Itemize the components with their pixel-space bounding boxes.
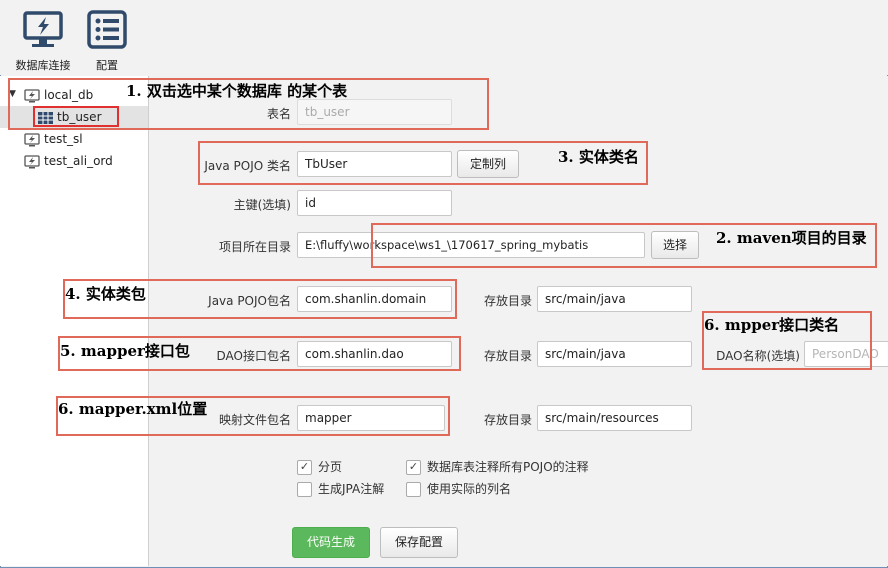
annotation-text-1: 1. 双击选中某个数据库 的某个表 [126,82,348,100]
dao-dir-field[interactable]: src/main/java [537,341,692,367]
primary-key-field[interactable]: id [297,190,452,216]
toolbar: 数据库连接 配置 [0,0,888,75]
tree-item-test-sl[interactable]: test_sl [24,129,83,149]
db-connect-button[interactable]: 数据库连接 [13,10,73,73]
database-icon [24,132,40,146]
list-settings-icon [87,10,127,49]
monitor-bolt-icon [23,11,63,47]
tree-item-test-ali-ord[interactable]: test_ali_ord [24,151,113,171]
annotation-text-5: 5. mapper接口包 [60,342,190,360]
mapper-dir-field[interactable]: src/main/resources [537,405,692,431]
config-button[interactable]: 配置 [77,10,137,73]
jpa-annotation-label: 生成JPA注解 [318,482,385,496]
pojo-dir-field[interactable]: src/main/java [537,286,692,312]
pagination-label: 分页 [318,460,343,474]
table-comment-label: 数据库表注释所有POJO的注释 [427,460,589,474]
annotation-text-4: 4. 实体类包 [65,285,146,303]
annotation-text-6b: 6. mapper.xml位置 [58,400,208,418]
annotation-box-tb-user [33,106,119,127]
empty-checkbox-icon [297,482,312,497]
jpa-annotation-checkbox[interactable]: 生成JPA注解 [297,480,384,498]
save-config-button[interactable]: 保存配置 [380,527,458,558]
mapper-dir-label: 存放目录 [483,413,532,427]
annotation-text-2: 2. maven项目的目录 [716,229,867,247]
database-icon [24,154,40,168]
pojo-dir-label: 存放目录 [483,294,532,308]
config-label: 配置 [96,59,118,72]
actual-column-name-checkbox[interactable]: 使用实际的列名 [406,480,511,498]
dao-dir-label: 存放目录 [483,349,532,363]
tree-item-label: test_sl [44,132,83,146]
db-connect-label: 数据库连接 [15,59,71,72]
database-tree: ▼ local_db tb_user test_sl test_ali_ord [0,76,149,566]
check-icon: ✓ [406,460,421,475]
table-comment-checkbox[interactable]: ✓ 数据库表注释所有POJO的注释 [406,458,589,476]
generate-code-button[interactable]: 代码生成 [292,527,370,558]
tree-item-label: test_ali_ord [44,154,113,168]
primary-key-label: 主键(选填) [233,198,291,212]
annotation-text-3: 3. 实体类名 [558,148,639,166]
actual-column-name-label: 使用实际的列名 [427,482,512,496]
check-icon: ✓ [297,460,312,475]
empty-checkbox-icon [406,482,421,497]
project-dir-label: 项目所在目录 [218,240,291,254]
pagination-checkbox[interactable]: ✓ 分页 [297,458,342,476]
annotation-text-6a: 6. mpper接口类名 [704,316,840,334]
